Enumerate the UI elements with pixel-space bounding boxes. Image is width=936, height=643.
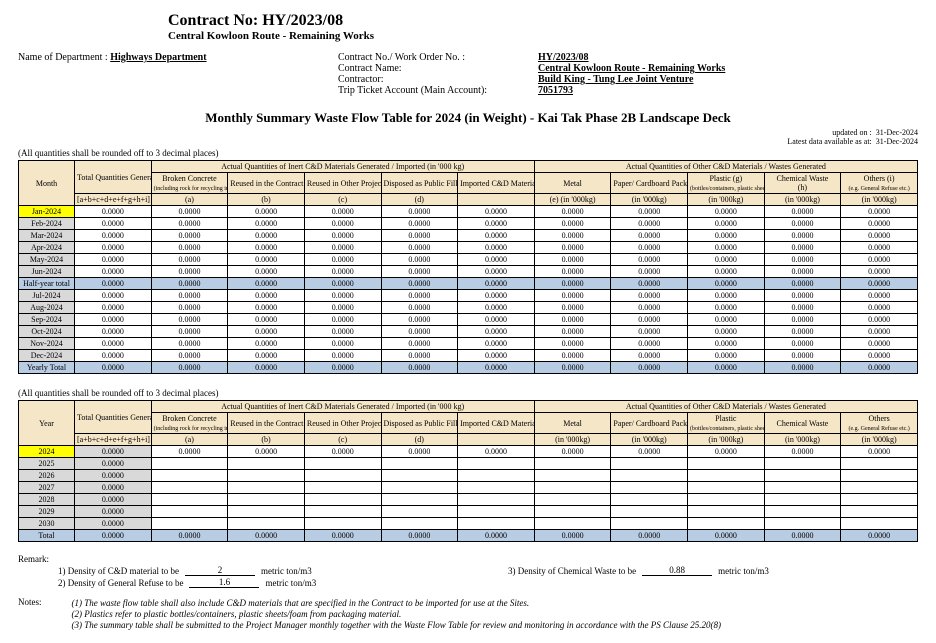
updated-value: 31-Dec-2024 xyxy=(876,128,918,137)
col-a: Broken Concrete(including rock for recyc… xyxy=(151,173,228,194)
col-c: Reused in Other Projects xyxy=(304,173,381,194)
table-row: Half-year total0.00000.00000.00000.00000… xyxy=(19,278,918,290)
col-c-ltr: (c) xyxy=(304,194,381,206)
monthly-table: Month Total Quantities Generated Actual … xyxy=(18,160,918,374)
table-row: 20290.0000 xyxy=(19,506,918,518)
col-b-y: Reused in the Contract xyxy=(228,413,305,434)
table-row: Jan-20240.00000.00000.00000.00000.00000.… xyxy=(19,206,918,218)
table-row: 20260.0000 xyxy=(19,470,918,482)
col-e: Imported C&D Material xyxy=(458,173,535,194)
col-total-sub-y: [a+b+c+d+e+f+g+h+i] xyxy=(75,434,152,446)
cname-label: Contract Name: xyxy=(338,63,538,74)
trip-label: Trip Ticket Account (Main Account): xyxy=(338,85,538,96)
note-item: (1) The waste flow table shall also incl… xyxy=(72,598,919,608)
col-metal: Metal xyxy=(534,173,611,194)
table-row: Feb-20240.00000.00000.00000.00000.00000.… xyxy=(19,218,918,230)
col-other: Others (i)(e.g. General Refuse etc.) xyxy=(841,173,918,194)
col-month: Month xyxy=(19,161,75,206)
col-plastic: Plastic (g)(bottles/containers, plastic … xyxy=(688,173,765,194)
col-e-y: Imported C&D Material xyxy=(458,413,535,434)
dept-label: Name of Department : xyxy=(18,52,108,63)
col-a-y: Broken Concrete(including rock for recyc… xyxy=(151,413,228,434)
table-row: 20240.00000.00000.00000.00000.00000.0000… xyxy=(19,446,918,458)
col-e-ltr xyxy=(458,194,535,206)
col-plastic-y: Plastic(bottles/containers, plastic shee… xyxy=(688,413,765,434)
density-chem-label: 3) Density of Chemical Waste to be xyxy=(508,566,636,576)
col-metal-y: Metal xyxy=(534,413,611,434)
col-chem: Chemical Waste(h) xyxy=(764,173,841,194)
updated-label: updated on : xyxy=(832,128,872,137)
col-paper-y: Paper/ Cardboard Packaging xyxy=(611,413,688,434)
col-b: Reused in the Contract xyxy=(228,173,305,194)
density-cd-label: 1) Density of C&D material to be xyxy=(58,566,179,576)
table-row: Sep-20240.00000.00000.00000.00000.00000.… xyxy=(19,314,918,326)
table-row: Total0.00000.00000.00000.00000.00000.000… xyxy=(19,530,918,542)
group-inert-y: Actual Quantities of Inert C&D Materials… xyxy=(151,401,534,413)
cnwo-value: HY/2023/08 xyxy=(538,52,589,63)
trip-value: 7051793 xyxy=(538,85,573,96)
latest-value: 31-Dec-2024 xyxy=(876,137,918,146)
table-row: Yearly Total0.00000.00000.00000.00000.00… xyxy=(19,362,918,374)
col-d: Disposed as Public Fill xyxy=(381,173,458,194)
table-row: 20280.0000 xyxy=(19,494,918,506)
note-item: (3) The summary table shall be submitted… xyxy=(72,620,919,630)
col-other-y: Others(e.g. General Refuse etc.) xyxy=(841,413,918,434)
latest-label: Latest data available as at: xyxy=(787,137,871,146)
density-cd: 2 xyxy=(185,565,255,576)
col-total: Total Quantities Generated xyxy=(75,161,152,194)
table-row: Nov-20240.00000.00000.00000.00000.00000.… xyxy=(19,338,918,350)
rounding-note-2: (All quantities shall be rounded off to … xyxy=(18,388,918,398)
col-metal-ltr: (e) (in '000kg) xyxy=(534,194,611,206)
table-row: Mar-20240.00000.00000.00000.00000.00000.… xyxy=(19,230,918,242)
col-paper-ltr: (in '000kg) xyxy=(611,194,688,206)
table-row: 20250.0000 xyxy=(19,458,918,470)
table-row: Jun-20240.00000.00000.00000.00000.00000.… xyxy=(19,266,918,278)
col-c-y: Reused in Other Projects xyxy=(304,413,381,434)
remark-title: Remark: xyxy=(18,554,918,564)
rounding-note: (All quantities shall be rounded off to … xyxy=(18,148,918,158)
col-b-ltr: (b) xyxy=(228,194,305,206)
project-name: Central Kowloon Route - Remaining Works xyxy=(168,30,918,42)
group-other: Actual Quantities of Other C&D Materials… xyxy=(534,161,917,173)
col-d-y: Disposed as Public Fill xyxy=(381,413,458,434)
col-other-ltr: (in '000kg) xyxy=(841,194,918,206)
col-plastic-ltr: (in '000kg) xyxy=(688,194,765,206)
table-row: Aug-20240.00000.00000.00000.00000.00000.… xyxy=(19,302,918,314)
note-item: (2) Plastics refer to plastic bottles/co… xyxy=(72,609,919,619)
table-row: 20270.0000 xyxy=(19,482,918,494)
table-row: Apr-20240.00000.00000.00000.00000.00000.… xyxy=(19,242,918,254)
cname-value: Central Kowloon Route - Remaining Works xyxy=(538,63,725,74)
col-total-y: Total Quantities Generated xyxy=(75,401,152,434)
col-chem-ltr: (in '000kg) xyxy=(764,194,841,206)
col-year: Year xyxy=(19,401,75,446)
yearly-table: Year Total Quantities Generated Actual Q… xyxy=(18,400,918,542)
table-row: Dec-20240.00000.00000.00000.00000.00000.… xyxy=(19,350,918,362)
group-inert: Actual Quantities of Inert C&D Materials… xyxy=(151,161,534,173)
density-chem: 0.88 xyxy=(642,565,712,576)
contractor-value: Build King - Tung Lee Joint Venture xyxy=(538,74,693,85)
group-other-y: Actual Quantities of Other C&D Materials… xyxy=(534,401,917,413)
contractor-label: Contractor: xyxy=(338,74,538,85)
table-row: 20300.0000 xyxy=(19,518,918,530)
notes-title: Notes: xyxy=(18,597,42,631)
dept-value: Highways Department xyxy=(110,52,206,63)
cnwo-label: Contract No./ Work Order No. : xyxy=(338,52,538,63)
table-title: Monthly Summary Waste Flow Table for 202… xyxy=(18,110,918,126)
density-refuse-label: 2) Density of General Refuse to be xyxy=(58,578,183,588)
col-chem-y: Chemical Waste xyxy=(764,413,841,434)
col-a-ltr: (a) xyxy=(151,194,228,206)
density-refuse: 1.6 xyxy=(189,577,259,588)
col-paper: Paper/ Cardboard Packaging (f) xyxy=(611,173,688,194)
col-d-ltr: (d) xyxy=(381,194,458,206)
col-total-sub: [a+b+c+d+e+f+g+h+i] xyxy=(75,194,152,206)
table-row: May-20240.00000.00000.00000.00000.00000.… xyxy=(19,254,918,266)
contract-no: Contract No: HY/2023/08 xyxy=(168,12,918,30)
table-row: Oct-20240.00000.00000.00000.00000.00000.… xyxy=(19,326,918,338)
table-row: Jul-20240.00000.00000.00000.00000.00000.… xyxy=(19,290,918,302)
